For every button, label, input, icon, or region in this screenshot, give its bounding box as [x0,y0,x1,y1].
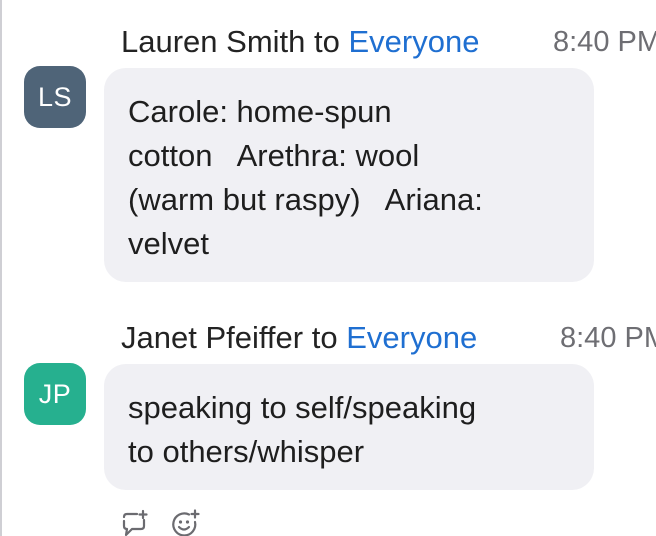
to-word: to [314,24,340,59]
message-header: Janet Pfeiffer to Everyone [121,320,477,356]
sender-name[interactable]: Lauren Smith [121,24,305,59]
recipient-name[interactable]: Everyone [346,320,477,355]
to-word: to [311,320,338,355]
reply-thread-icon[interactable] [120,509,150,536]
panel-left-border [0,0,2,536]
message-time: 8:40 PM [560,322,656,354]
sender-name[interactable]: Janet Pfeiffer [121,320,303,355]
message-bubble: speaking to self/speaking to others/whis… [104,364,594,490]
add-reaction-icon[interactable] [170,509,200,536]
avatar: LS [24,66,86,128]
avatar: JP [24,363,86,425]
message-header: Lauren Smith to Everyone [121,24,479,60]
message-time: 8:40 PM [553,26,656,58]
recipient-name[interactable]: Everyone [349,24,480,59]
message-bubble: Carole: home-spun cotton Arethra: wool (… [104,68,594,282]
